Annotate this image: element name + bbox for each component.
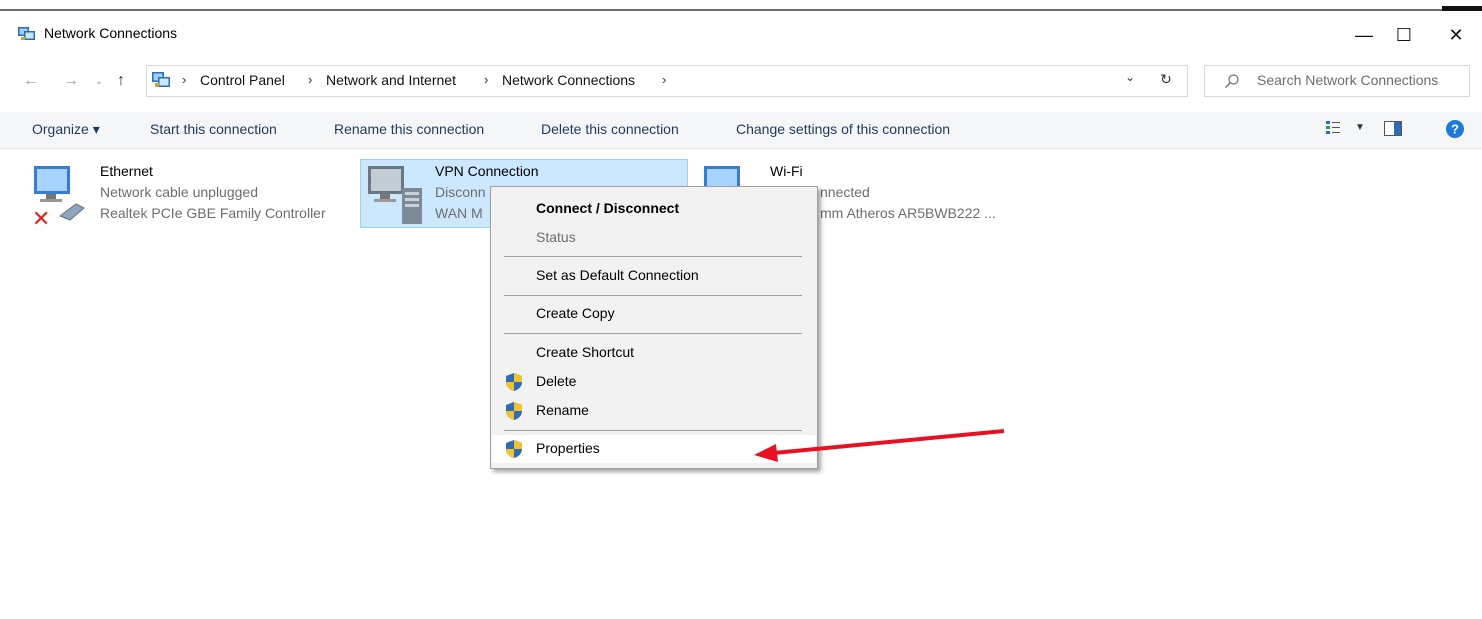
window-title: Network Connections xyxy=(44,25,178,41)
breadcrumb-separator: › xyxy=(308,72,313,87)
rename-connection-button[interactable]: Rename this connection xyxy=(334,121,484,137)
menu-item-create-copy[interactable]: Create Copy xyxy=(536,305,615,321)
start-connection-button[interactable]: Start this connection xyxy=(150,121,277,137)
ethernet-adapter-icon: ✕ xyxy=(32,166,85,228)
forward-arrow-icon: → xyxy=(63,72,79,89)
recent-locations-button[interactable]: ⌄ xyxy=(88,68,110,94)
close-icon: ✕ xyxy=(1448,24,1464,45)
menu-item-create-shortcut[interactable]: Create Shortcut xyxy=(536,344,634,360)
connection-status: Disconn xyxy=(435,184,486,200)
back-arrow-icon: ← xyxy=(23,72,39,89)
breadcrumb-separator: › xyxy=(182,72,187,87)
view-options-icon[interactable] xyxy=(1325,120,1341,136)
breadcrumb-network-and-internet[interactable]: Network and Internet xyxy=(326,72,456,88)
help-icon[interactable]: ? xyxy=(1446,120,1464,138)
menu-item-set-default[interactable]: Set as Default Connection xyxy=(536,267,699,283)
view-dropdown-icon[interactable]: ▼ xyxy=(1355,122,1365,133)
forward-button[interactable]: → xyxy=(60,68,82,94)
search-icon xyxy=(1225,74,1239,88)
connection-device: WAN M xyxy=(435,205,483,221)
up-arrow-icon: ↑ xyxy=(117,72,125,89)
breadcrumb-separator: › xyxy=(662,72,667,87)
minimize-icon: — xyxy=(1355,24,1373,45)
title-bar[interactable] xyxy=(0,11,1482,57)
menu-separator xyxy=(504,256,802,257)
breadcrumb-network-connections[interactable]: Network Connections xyxy=(502,72,635,88)
uac-shield-icon xyxy=(506,440,522,458)
up-button[interactable]: ↑ xyxy=(110,68,132,94)
control-panel-icon xyxy=(152,72,170,87)
chevron-down-icon: ⌄ xyxy=(94,75,104,87)
network-connections-icon xyxy=(18,27,35,40)
close-button[interactable]: ✕ xyxy=(1432,18,1480,52)
maximize-button[interactable]: ☐ xyxy=(1380,18,1428,52)
menu-item-connect-disconnect[interactable]: Connect / Disconnect xyxy=(536,200,679,216)
menu-item-status[interactable]: Status xyxy=(536,229,576,245)
change-settings-button[interactable]: Change settings of this connection xyxy=(736,121,950,137)
connection-name: VPN Connection xyxy=(435,163,539,179)
connection-status: nnected xyxy=(820,184,870,200)
delete-connection-button[interactable]: Delete this connection xyxy=(541,121,679,137)
address-dropdown-button[interactable]: ⌄ xyxy=(1120,70,1140,84)
breadcrumb-separator: › xyxy=(484,72,489,87)
search-input[interactable]: Search Network Connections xyxy=(1257,72,1438,88)
connection-status: Network cable unplugged xyxy=(100,184,258,200)
refresh-button[interactable]: ↻ xyxy=(1156,71,1176,88)
svg-text:?: ? xyxy=(1451,122,1459,137)
breadcrumb-control-panel[interactable]: Control Panel xyxy=(200,72,285,88)
menu-item-delete[interactable]: Delete xyxy=(536,373,576,389)
menu-item-properties[interactable]: Properties xyxy=(536,440,600,456)
preview-pane-icon[interactable] xyxy=(1384,121,1402,136)
connection-name: Wi-Fi xyxy=(770,163,803,179)
connection-device: mm Atheros AR5BWB222 ... xyxy=(820,205,996,221)
back-button[interactable]: ← xyxy=(20,68,42,94)
refresh-icon: ↻ xyxy=(1160,71,1172,87)
menu-item-rename[interactable]: Rename xyxy=(536,402,589,418)
menu-separator xyxy=(504,333,802,334)
menu-separator xyxy=(504,295,802,296)
address-bar[interactable] xyxy=(146,65,1188,97)
maximize-icon: ☐ xyxy=(1395,24,1413,45)
svg-text:✕: ✕ xyxy=(32,207,50,228)
vpn-adapter-icon xyxy=(368,166,422,224)
chevron-down-icon: ⌄ xyxy=(1124,70,1136,84)
connection-name: Ethernet xyxy=(100,163,153,179)
uac-shield-icon xyxy=(506,402,522,420)
organize-menu-button[interactable]: Organize ▾ xyxy=(32,121,100,138)
connection-device: Realtek PCIe GBE Family Controller xyxy=(100,205,326,221)
uac-shield-icon xyxy=(506,373,522,391)
red-arrow-annotation xyxy=(754,429,1005,462)
